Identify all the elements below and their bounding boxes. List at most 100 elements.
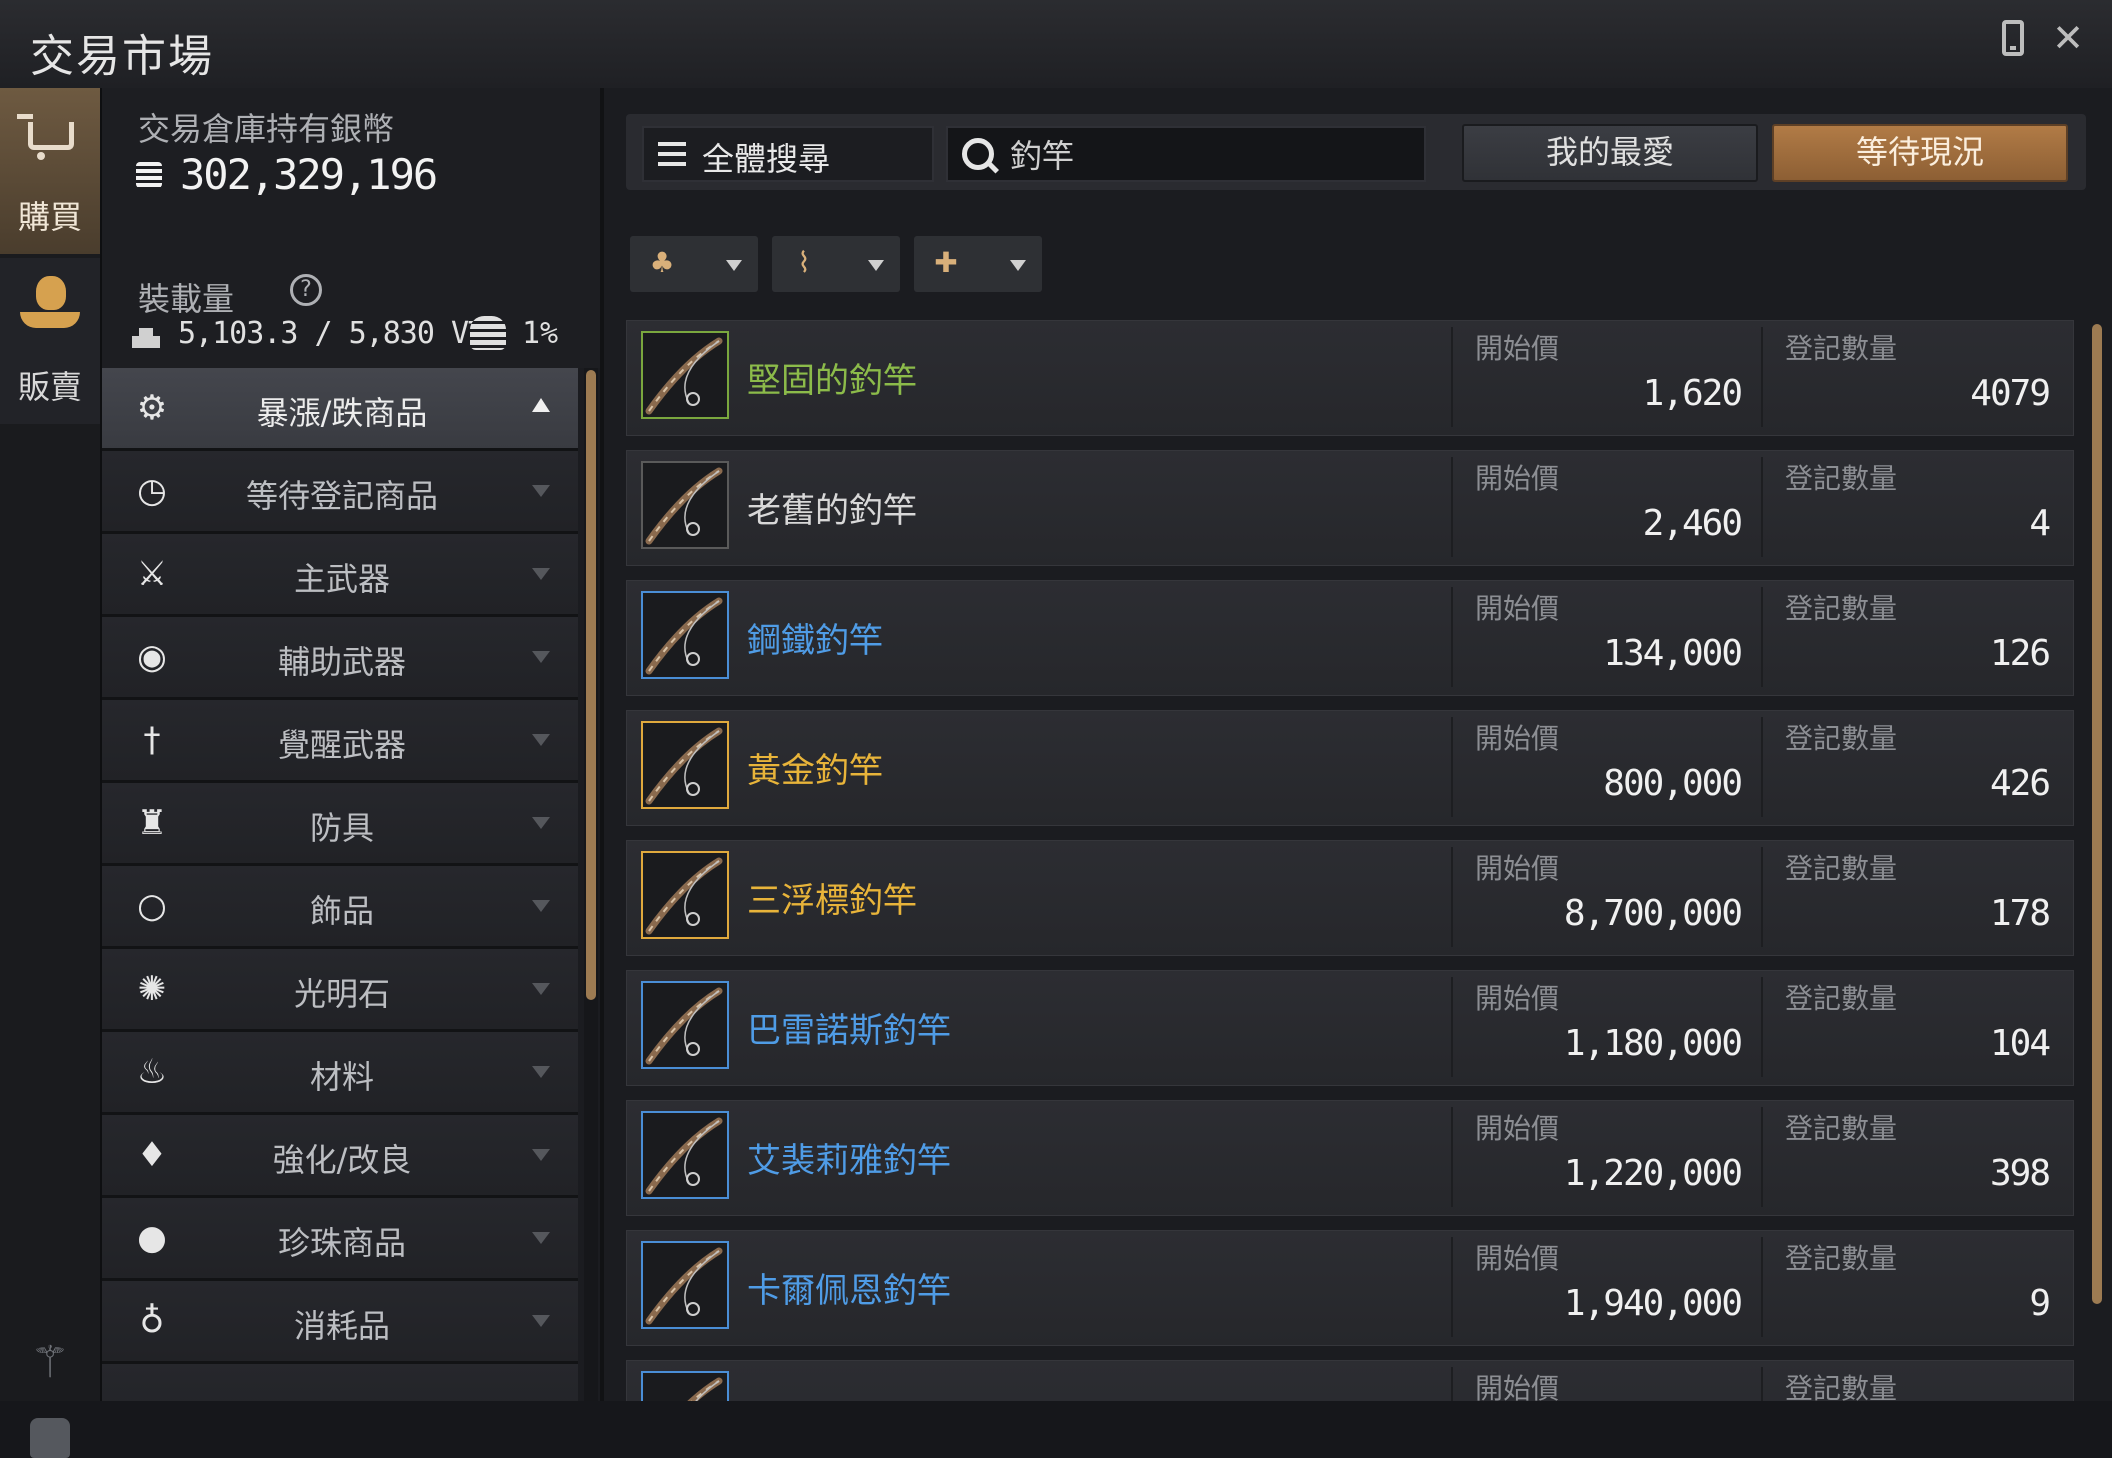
potion-icon: ♁ — [139, 1301, 165, 1341]
item-row[interactable]: 鋼鐵釣竿 開始價 134,000 登記數量 126 — [626, 580, 2074, 696]
chevron-down-icon — [532, 900, 550, 912]
count-label: 登記數量 — [1785, 1112, 1898, 1145]
category-label: 輔助武器 — [277, 643, 406, 681]
column-divider — [1451, 1107, 1453, 1207]
tab-buy-label: 購買 — [17, 198, 82, 236]
item-row[interactable]: 開始價 登記數量 — [626, 1360, 2074, 1401]
price-value: 2,460 — [1642, 503, 1743, 544]
armor-icon: ♜ — [136, 803, 168, 843]
chevron-up-icon — [532, 398, 550, 412]
count-value: 178 — [1989, 893, 2051, 934]
weight-percent: 1% — [522, 316, 559, 351]
favorites-button[interactable]: 我的最愛 — [1462, 124, 1758, 182]
chevron-down-icon — [532, 1066, 550, 1078]
item-row[interactable]: 三浮標釣竿 開始價 8,700,000 登記數量 178 — [626, 840, 2074, 956]
price-value: 8,700,000 — [1563, 893, 1743, 934]
count-value: 4 — [2029, 503, 2051, 544]
item-row[interactable]: 卡爾佩恩釣竿 開始價 1,940,000 登記數量 9 — [626, 1230, 2074, 1346]
count-label: 登記數量 — [1785, 852, 1898, 885]
chevron-down-icon — [532, 568, 550, 580]
sword-icon: ⚔ — [136, 554, 168, 594]
chevron-down-icon — [532, 817, 550, 829]
waiting-status-button[interactable]: 等待現況 — [1772, 124, 2068, 182]
column-divider — [1761, 847, 1763, 947]
column-divider — [1761, 977, 1763, 1077]
blade-icon: † — [143, 720, 161, 760]
category-item[interactable]: ♁ 消耗品 — [102, 1281, 578, 1364]
search-scope-button[interactable]: 全體搜尋 — [642, 126, 934, 182]
item-row[interactable]: 巴雷諾斯釣竿 開始價 1,180,000 登記數量 104 — [626, 970, 2074, 1086]
category-item[interactable]: ○ 飾品 — [102, 866, 578, 949]
column-divider — [1761, 1237, 1763, 1337]
phone-icon[interactable] — [2002, 20, 2024, 56]
tab-sell-label: 販賣 — [17, 368, 82, 406]
category-item[interactable]: ⚙ 暴漲/跌商品 — [102, 368, 578, 451]
fishing-rod-icon — [641, 721, 729, 809]
chevron-down-icon — [532, 734, 550, 746]
hand-icon — [20, 312, 80, 328]
count-value: 4079 — [1970, 373, 2051, 414]
item-name: 堅固的釣竿 — [747, 361, 917, 401]
count-label: 登記數量 — [1785, 592, 1898, 625]
coin-stack-icon — [470, 316, 506, 350]
category-label: 等待登記商品 — [245, 477, 438, 515]
category-item[interactable]: ⚔ 主武器 — [102, 534, 578, 617]
category-scroll-thumb[interactable] — [586, 370, 596, 1000]
item-name: 三浮標釣竿 — [747, 881, 917, 921]
category-item[interactable]: ♨ 材料 — [102, 1032, 578, 1115]
chevron-down-icon — [532, 485, 550, 497]
category-label: 暴漲/跌商品 — [256, 394, 428, 432]
search-icon — [962, 138, 994, 170]
filter-price-dropdown[interactable]: ♣ — [630, 236, 758, 292]
category-item[interactable]: ◉ 輔助武器 — [102, 617, 578, 700]
tree-icon[interactable]: ⚚ — [28, 1338, 72, 1388]
tab-sell[interactable]: 販賣 — [0, 258, 100, 424]
price-value: 1,620 — [1642, 373, 1743, 414]
fishing-rod-icon — [641, 981, 729, 1069]
category-item[interactable]: ♜ 防具 — [102, 783, 578, 866]
category-item[interactable]: ● 珍珠商品 — [102, 1198, 578, 1281]
category-item[interactable]: ♦ 強化/改良 — [102, 1115, 578, 1198]
help-icon[interactable]: ? — [290, 274, 322, 306]
tab-buy[interactable]: 購買 — [0, 88, 100, 254]
category-item[interactable]: ✺ 光明石 — [102, 949, 578, 1032]
item-row[interactable]: 艾裴莉雅釣竿 開始價 1,220,000 登記數量 398 — [626, 1100, 2074, 1216]
item-row[interactable]: 黃金釣竿 開始價 800,000 登記數量 426 — [626, 710, 2074, 826]
category-item[interactable]: ◷ 等待登記商品 — [102, 451, 578, 534]
search-field[interactable] — [946, 126, 1426, 182]
market-window: 交易市場 ✕ 購買 販賣 ⚚ 交易倉庫持有銀幣 302,329,196 裝載量 … — [0, 0, 2112, 1458]
search-input[interactable] — [1010, 134, 1410, 174]
category-list: ⚙ 暴漲/跌商品 ◷ 等待登記商品 ⚔ 主武器 ◉ 輔助武器 † 覺醒武器 ♜ … — [102, 368, 578, 1401]
ring-icon: ○ — [137, 886, 167, 926]
backpack-icon[interactable] — [30, 1418, 70, 1458]
item-row[interactable]: 堅固的釣竿 開始價 1,620 登記數量 4079 — [626, 320, 2074, 436]
category-label: 光明石 — [293, 975, 390, 1013]
count-label: 登記數量 — [1785, 1242, 1898, 1275]
filter-trend-dropdown[interactable]: ⌇ — [772, 236, 900, 292]
category-label: 飾品 — [309, 892, 374, 930]
price-label: 開始價 — [1475, 1112, 1560, 1145]
column-divider — [1451, 327, 1453, 427]
count-label: 登記數量 — [1785, 1372, 1898, 1401]
pearl-icon: ● — [137, 1218, 167, 1258]
filter-add-dropdown[interactable]: ✚ — [914, 236, 1042, 292]
category-item[interactable] — [102, 1364, 578, 1401]
fishing-rod-icon — [641, 331, 729, 419]
silver-label: 交易倉庫持有銀幣 — [138, 110, 395, 148]
item-list-scroll-thumb[interactable] — [2092, 324, 2102, 1304]
category-item[interactable]: † 覺醒武器 — [102, 700, 578, 783]
column-divider — [1451, 717, 1453, 817]
fishing-rod-icon — [641, 1371, 729, 1401]
column-divider — [1451, 587, 1453, 687]
money-bag-icon: ♣ — [649, 246, 675, 279]
column-divider — [1761, 717, 1763, 817]
price-label: 開始價 — [1475, 592, 1560, 625]
silver-value: 302,329,196 — [180, 150, 438, 199]
category-label: 強化/改良 — [272, 1141, 412, 1179]
clock-icon: ◷ — [137, 471, 167, 511]
close-icon[interactable]: ✕ — [2048, 18, 2088, 58]
item-row[interactable]: 老舊的釣竿 開始價 2,460 登記數量 4 — [626, 450, 2074, 566]
category-label: 防具 — [309, 809, 374, 847]
main-panel: 全體搜尋 我的最愛 等待現況 ♣ ⌇ ✚ 堅固的釣竿開始價1,620登記數量40… — [604, 88, 2112, 1401]
chevron-down-icon — [532, 1315, 550, 1327]
